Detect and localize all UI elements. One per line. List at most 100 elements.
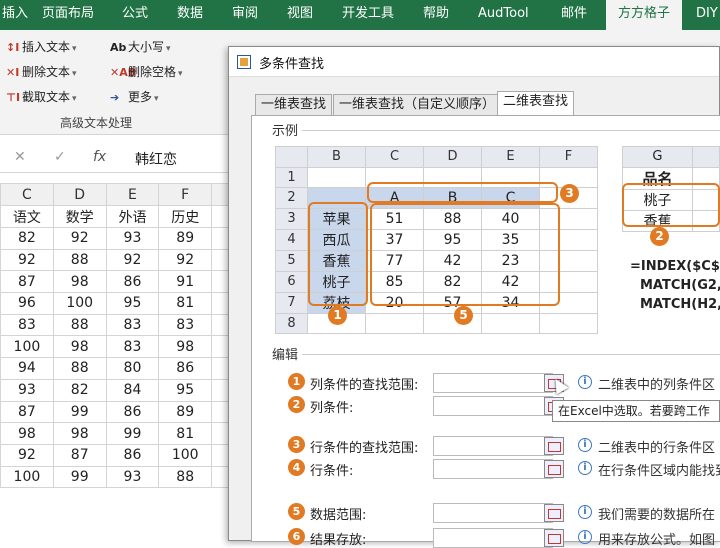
tab-help[interactable]: 帮助 — [423, 0, 449, 30]
fx-icon[interactable]: fx — [93, 149, 106, 165]
grade-cell[interactable]: 92 — [0, 248, 54, 272]
grade-cell[interactable]: 83 — [105, 335, 160, 359]
delete-text-button[interactable]: ✕I 删除文本 ▾ — [6, 63, 77, 80]
grade-cell[interactable]: 88 — [52, 248, 107, 272]
grade-cell[interactable]: 92 — [105, 248, 160, 272]
col-header[interactable]: C — [0, 183, 54, 206]
row-range-input[interactable] — [433, 436, 553, 456]
grade-cell[interactable]: 88 — [52, 357, 107, 380]
info-icon[interactable]: i — [578, 461, 592, 475]
col-condition-input[interactable] — [433, 396, 553, 416]
grade-cell[interactable]: 83 — [105, 313, 160, 337]
grade-cell[interactable]: 95 — [158, 378, 213, 402]
grade-cell[interactable]: 86 — [105, 400, 160, 424]
field-name-cell[interactable]: 数学 — [52, 205, 107, 228]
delete-space-button[interactable]: ✕AB删除空格 ▾ — [110, 63, 183, 80]
tab-diy[interactable]: DIY — [696, 0, 718, 30]
case-button[interactable]: Ab 大小写 ▾ — [110, 38, 171, 55]
cancel-icon[interactable]: ✕ — [14, 149, 26, 165]
grade-cell[interactable]: 93 — [105, 227, 160, 250]
grade-cell[interactable]: 99 — [52, 400, 107, 424]
grade-cell[interactable]: 100 — [0, 465, 54, 489]
grade-cell[interactable]: 83 — [158, 313, 213, 337]
grade-cell[interactable]: 95 — [105, 292, 160, 315]
range-picker-icon[interactable] — [544, 504, 564, 522]
tab-1d-lookup[interactable]: 一维表查找 — [255, 94, 333, 116]
formula-input[interactable]: 韩红恋 — [135, 149, 177, 169]
range-picker-icon[interactable] — [544, 460, 564, 478]
grade-cell[interactable]: 87 — [0, 270, 54, 294]
info-icon[interactable]: i — [578, 530, 592, 544]
grade-cell[interactable]: 98 — [52, 270, 107, 294]
grade-cell[interactable]: 98 — [52, 335, 107, 359]
grade-cell[interactable]: 86 — [105, 270, 160, 294]
tab-insert[interactable]: 插入 — [2, 0, 28, 30]
grade-cell[interactable]: 92 — [158, 248, 213, 272]
field-label: 行条件的查找范围: — [310, 441, 419, 456]
field-name-cell[interactable]: 外语 — [105, 205, 160, 228]
grade-cell[interactable]: 82 — [52, 378, 107, 402]
data-range-input[interactable] — [433, 503, 553, 523]
grade-cell[interactable]: 98 — [0, 422, 54, 445]
grade-cell[interactable]: 87 — [0, 400, 54, 424]
grade-cell[interactable]: 92 — [0, 443, 54, 467]
grade-cell[interactable]: 92 — [52, 227, 107, 250]
grade-cell[interactable]: 81 — [158, 422, 213, 445]
grade-cell[interactable]: 84 — [105, 378, 160, 402]
row-condition-input[interactable] — [433, 459, 553, 479]
grade-cell[interactable]: 98 — [158, 335, 213, 359]
grade-cell[interactable]: 96 — [0, 292, 54, 315]
grade-cell[interactable]: 94 — [0, 357, 54, 380]
grade-cell[interactable]: 87 — [52, 443, 107, 467]
tab-developer[interactable]: 开发工具 — [342, 0, 394, 30]
field-name-cell[interactable]: 历史 — [158, 205, 213, 228]
tab-mail[interactable]: 邮件 — [561, 0, 587, 30]
info-icon[interactable]: i — [578, 438, 592, 452]
grade-cell[interactable]: 98 — [52, 422, 107, 445]
extract-text-button[interactable]: ⊤I 截取文本 ▾ — [6, 88, 77, 105]
grade-cell[interactable]: 83 — [0, 313, 54, 337]
row-header: 3 — [275, 207, 308, 230]
tab-1d-lookup-custom[interactable]: 一维表查找（自定义顺序） — [333, 94, 502, 116]
confirm-icon[interactable]: ✓ — [54, 149, 66, 165]
grade-cell[interactable]: 88 — [52, 313, 107, 337]
range-picker-icon[interactable] — [544, 529, 564, 547]
grade-cell[interactable]: 89 — [158, 400, 213, 424]
tab-fangfang[interactable]: 方方格子 — [606, 0, 683, 30]
grade-cell[interactable]: 86 — [158, 357, 213, 380]
col-header[interactable]: E — [105, 183, 160, 206]
info-icon[interactable]: i — [578, 375, 592, 389]
grade-cell[interactable]: 93 — [0, 378, 54, 402]
info-icon[interactable]: i — [578, 505, 592, 519]
tab-2d-lookup[interactable]: 二维表查找 — [497, 91, 575, 117]
field-label: 列条件: — [310, 401, 354, 416]
tab-audtool[interactable]: AudTool — [478, 0, 529, 30]
tab-review[interactable]: 审阅 — [232, 0, 258, 30]
grade-cell[interactable]: 100 — [158, 443, 213, 467]
col-header-g: G — [622, 146, 693, 168]
col-range-input[interactable] — [433, 373, 553, 393]
col-header[interactable]: F — [158, 183, 213, 206]
tab-view[interactable]: 视图 — [287, 0, 313, 30]
grade-cell[interactable]: 81 — [158, 292, 213, 315]
tab-page-layout[interactable]: 页面布局 — [42, 0, 94, 30]
grade-cell[interactable]: 100 — [52, 292, 107, 315]
insert-text-button[interactable]: ↕I 插入文本 ▾ — [6, 38, 77, 55]
grade-cell[interactable]: 99 — [52, 465, 107, 489]
grade-cell[interactable]: 100 — [0, 335, 54, 359]
grade-cell[interactable]: 80 — [105, 357, 160, 380]
col-header[interactable]: D — [52, 183, 107, 206]
grade-cell[interactable]: 88 — [158, 465, 213, 489]
more-button[interactable]: ➔ 更多 ▾ — [110, 88, 159, 105]
result-input[interactable] — [433, 528, 553, 548]
range-picker-icon[interactable] — [544, 437, 564, 455]
grade-cell[interactable]: 82 — [0, 227, 54, 250]
tab-data[interactable]: 数据 — [177, 0, 203, 30]
grade-cell[interactable]: 89 — [158, 227, 213, 250]
grade-cell[interactable]: 99 — [105, 422, 160, 445]
grade-cell[interactable]: 93 — [105, 465, 160, 489]
field-name-cell[interactable]: 语文 — [0, 205, 54, 228]
tab-formulas[interactable]: 公式 — [122, 0, 148, 30]
grade-cell[interactable]: 91 — [158, 270, 213, 294]
grade-cell[interactable]: 86 — [105, 443, 160, 467]
